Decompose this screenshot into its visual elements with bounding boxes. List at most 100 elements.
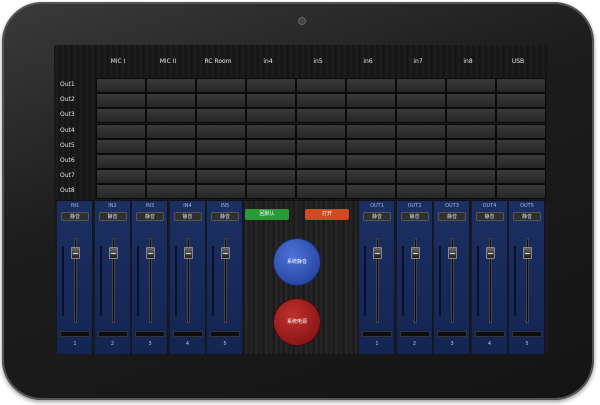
matrix-cell[interactable]: [396, 138, 446, 154]
matrix-cell[interactable]: [196, 78, 246, 93]
matrix-cell[interactable]: [246, 154, 296, 169]
matrix-cell[interactable]: [396, 93, 446, 109]
fader-handle[interactable]: [485, 247, 495, 259]
matrix-cell[interactable]: [296, 154, 346, 169]
channel-display: [362, 331, 392, 337]
matrix-cell[interactable]: [396, 184, 446, 200]
matrix-cell[interactable]: [96, 184, 146, 200]
matrix-cell[interactable]: [396, 169, 446, 185]
matrix-cell[interactable]: [246, 108, 296, 124]
matrix-cell[interactable]: [496, 169, 546, 185]
matrix-cell[interactable]: [396, 78, 446, 93]
fader-handle[interactable]: [71, 247, 80, 259]
system-power-button[interactable]: 系统电源: [274, 299, 320, 345]
matrix-cell[interactable]: [346, 93, 396, 109]
matrix-cell[interactable]: [96, 154, 146, 169]
mute-button[interactable]: 静音: [173, 212, 202, 221]
fader-handle[interactable]: [221, 247, 230, 259]
open-button[interactable]: 打开: [305, 209, 349, 220]
matrix-cell[interactable]: [346, 123, 396, 139]
mute-button[interactable]: 静音: [475, 212, 504, 221]
matrix-cell[interactable]: [496, 93, 546, 109]
mute-button[interactable]: 静音: [61, 212, 89, 221]
matrix-cell[interactable]: [196, 138, 246, 154]
fader-handle[interactable]: [448, 247, 457, 259]
fader-handle[interactable]: [146, 247, 155, 259]
matrix-cell[interactable]: [446, 184, 496, 200]
mute-button[interactable]: 静音: [363, 212, 391, 221]
matrix-cell[interactable]: [446, 108, 496, 124]
matrix-cell[interactable]: [446, 154, 496, 169]
fader-handle[interactable]: [108, 247, 118, 259]
matrix-cell[interactable]: [96, 138, 146, 154]
matrix-cell[interactable]: [196, 184, 246, 200]
matrix-cell[interactable]: [146, 184, 196, 200]
mute-button[interactable]: 静音: [98, 212, 127, 221]
matrix-cell[interactable]: [496, 184, 546, 200]
matrix-cell[interactable]: [346, 78, 396, 93]
mute-button[interactable]: 静音: [136, 212, 164, 221]
matrix-cell[interactable]: [196, 123, 246, 139]
matrix-cell[interactable]: [496, 154, 546, 169]
matrix-cell[interactable]: [96, 123, 146, 139]
matrix-cell[interactable]: [246, 138, 296, 154]
matrix-cell[interactable]: [246, 78, 296, 93]
fader-handle[interactable]: [523, 247, 532, 259]
matrix-cell[interactable]: [396, 123, 446, 139]
mute-button[interactable]: 静音: [438, 212, 466, 221]
matrix-cell[interactable]: [296, 169, 346, 185]
matrix-cell[interactable]: [246, 123, 296, 139]
matrix-cell[interactable]: [196, 108, 246, 124]
matrix-cell[interactable]: [396, 154, 446, 169]
matrix-cell[interactable]: [146, 154, 196, 169]
channel-name: OUT5: [520, 203, 534, 209]
matrix-cell[interactable]: [146, 123, 196, 139]
fader-handle[interactable]: [410, 247, 420, 259]
matrix-cell[interactable]: [496, 123, 546, 139]
matrix-cell[interactable]: [96, 169, 146, 185]
system-mute-button[interactable]: 系统静音: [274, 239, 320, 285]
mute-button[interactable]: 静音: [400, 212, 429, 221]
mute-button[interactable]: 静音: [513, 212, 541, 221]
matrix-cell[interactable]: [146, 138, 196, 154]
matrix-cell[interactable]: [296, 184, 346, 200]
matrix-cell[interactable]: [146, 169, 196, 185]
matrix-cell[interactable]: [246, 184, 296, 200]
mute-button[interactable]: 静音: [211, 212, 239, 221]
matrix-cell[interactable]: [346, 154, 396, 169]
matrix-cell[interactable]: [346, 184, 396, 200]
matrix-cell[interactable]: [446, 123, 496, 139]
matrix-cell[interactable]: [296, 108, 346, 124]
fader-handle[interactable]: [373, 247, 382, 259]
matrix-cell[interactable]: [246, 93, 296, 109]
matrix-cell[interactable]: [96, 78, 146, 93]
row-label-5: Out5: [60, 141, 75, 149]
matrix-cell[interactable]: [496, 78, 546, 93]
restore-default-button[interactable]: 回默认: [245, 209, 289, 220]
matrix-cell[interactable]: [446, 93, 496, 109]
matrix-cell[interactable]: [296, 93, 346, 109]
matrix-cell[interactable]: [146, 108, 196, 124]
fader-handle[interactable]: [183, 247, 193, 259]
matrix-cell[interactable]: [496, 138, 546, 154]
matrix-cell[interactable]: [446, 169, 496, 185]
matrix-cell[interactable]: [446, 138, 496, 154]
matrix-cell[interactable]: [146, 93, 196, 109]
matrix-cell[interactable]: [496, 108, 546, 124]
matrix-cell[interactable]: [246, 169, 296, 185]
matrix-cell[interactable]: [396, 108, 446, 124]
matrix-cell[interactable]: [196, 169, 246, 185]
matrix-cell[interactable]: [196, 154, 246, 169]
matrix-cell[interactable]: [446, 78, 496, 93]
matrix-cell[interactable]: [346, 138, 396, 154]
channel-display: [399, 331, 430, 337]
matrix-cell[interactable]: [296, 138, 346, 154]
matrix-cell[interactable]: [346, 169, 396, 185]
matrix-cell[interactable]: [96, 93, 146, 109]
matrix-cell[interactable]: [146, 78, 196, 93]
matrix-cell[interactable]: [196, 93, 246, 109]
matrix-cell[interactable]: [346, 108, 396, 124]
matrix-cell[interactable]: [96, 108, 146, 124]
matrix-cell[interactable]: [296, 123, 346, 139]
matrix-cell[interactable]: [296, 78, 346, 93]
